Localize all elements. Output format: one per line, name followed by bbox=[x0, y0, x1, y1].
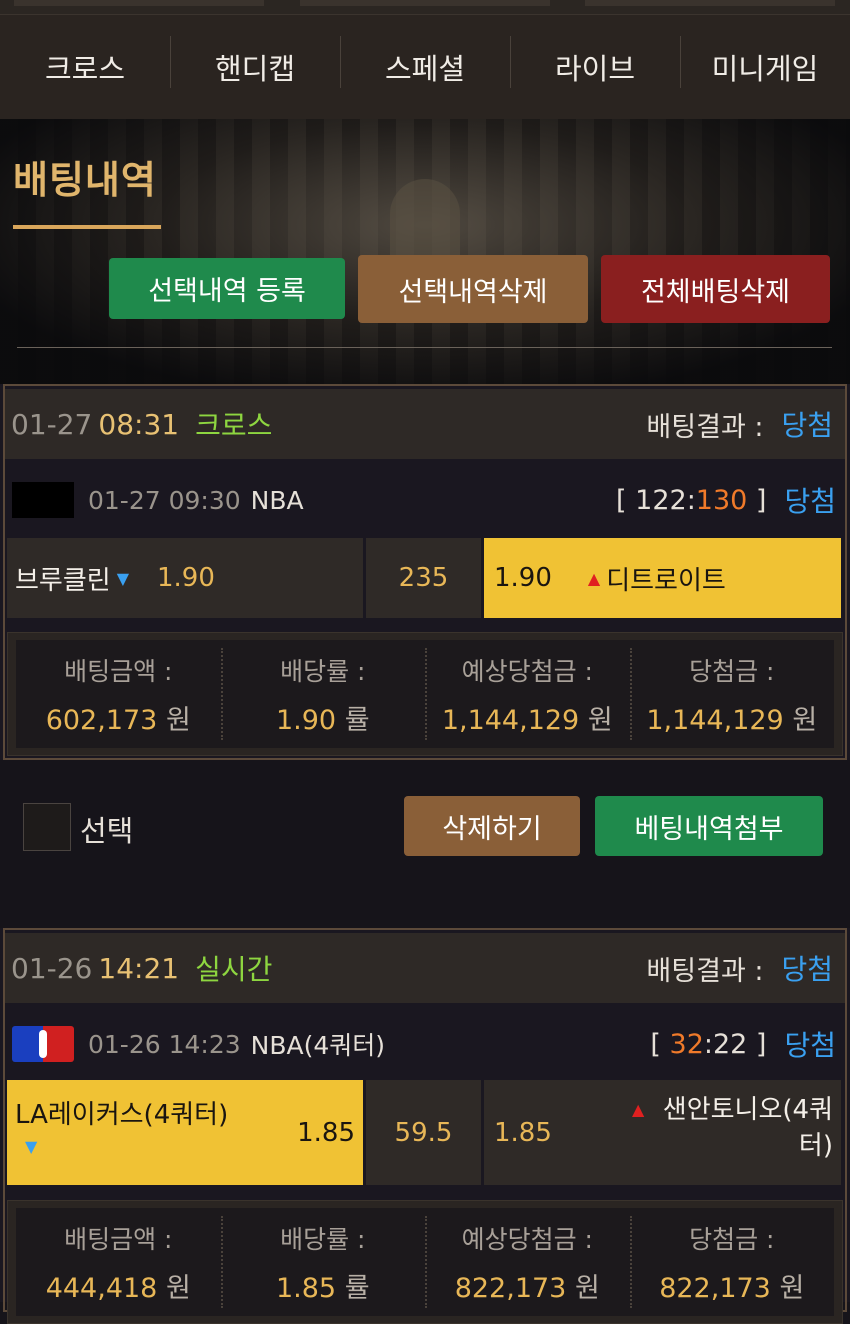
odds-rate: 배당률 : 1.90 률 bbox=[220, 640, 426, 748]
match-result: 당첨 bbox=[784, 485, 836, 518]
match-league: NBA bbox=[250, 485, 304, 515]
bet-card: 01-26 14:21 실시간 배팅결과 : 당첨 01-26 14:23 NB… bbox=[0, 928, 850, 1324]
match-league: NBA(4쿼터) bbox=[250, 1031, 386, 1060]
bet-result: 당첨 bbox=[781, 953, 833, 986]
home-cell[interactable]: 브루클린 ▼ 1.90 bbox=[7, 538, 363, 618]
page-title: 배팅내역 bbox=[13, 158, 157, 202]
score-away: 22 bbox=[712, 1028, 748, 1060]
nav-item-live[interactable]: 라이브 bbox=[510, 36, 680, 88]
bet-type: 크로스 bbox=[195, 409, 273, 442]
expected-win: 예상당첨금 : 1,144,129 원 bbox=[425, 640, 630, 748]
match-score: [ 122:130 ] bbox=[616, 484, 767, 516]
win-amount: 당첨금 : 1,144,129 원 bbox=[629, 640, 835, 748]
nav-item-handicap[interactable]: 핸디캡 bbox=[170, 36, 340, 88]
league-icon bbox=[12, 482, 74, 518]
line-cell: 235 bbox=[366, 538, 481, 618]
nav-item-special[interactable]: 스페셜 bbox=[340, 36, 510, 88]
match-date: 01-26 14:23 bbox=[88, 1029, 241, 1059]
nav-item-minigame[interactable]: 미니게임 bbox=[680, 36, 850, 88]
bet-summary: 배팅금액 : 602,173 원 배당률 : 1.90 률 예상당첨금 : 1,… bbox=[7, 632, 843, 756]
home-cell-selected[interactable]: LA레이커스(4쿼터) ▼ 1.85 bbox=[7, 1080, 363, 1185]
handicap-line: 59.5 bbox=[394, 1117, 453, 1148]
bet-date: 01-26 bbox=[11, 951, 93, 985]
delete-button[interactable]: 삭제하기 bbox=[404, 796, 580, 856]
match-result: 당첨 bbox=[784, 1029, 836, 1062]
bet-time: 08:31 bbox=[98, 407, 180, 441]
bet-date: 01-27 bbox=[11, 407, 93, 441]
match-info: 01-26 14:23 NBA(4쿼터) [ 32:22 ] 당첨 bbox=[8, 1014, 842, 1074]
main-nav: 크로스 핸디캡 스페셜 라이브 미니게임 bbox=[0, 15, 850, 119]
score-home: 122 bbox=[635, 484, 687, 516]
odds-row: 브루클린 ▼ 1.90 235 1.90 ▲ 디트로이트 bbox=[7, 538, 841, 618]
home-team: LA레이커스(4쿼터) bbox=[15, 1100, 229, 1130]
line-cell: 59.5 bbox=[366, 1080, 481, 1185]
delete-all-button[interactable]: 전체배팅삭제 bbox=[601, 255, 830, 323]
odds-row: LA레이커스(4쿼터) ▼ 1.85 59.5 1.85 ▲ 샌안토니오(4쿼터… bbox=[7, 1080, 841, 1185]
bet-actions: 선택 삭제하기 베팅내역첨부 bbox=[0, 760, 850, 928]
nav-item-cross[interactable]: 크로스 bbox=[0, 46, 170, 88]
result-label: 배팅결과 : bbox=[646, 411, 764, 443]
away-team: 샌안토니오(4쿼터) bbox=[662, 1095, 833, 1161]
arrow-down-icon: ▼ bbox=[25, 1137, 38, 1156]
arrow-up-icon: ▲ bbox=[632, 1100, 645, 1119]
top-strip bbox=[0, 0, 850, 15]
home-odd: 1.90 bbox=[157, 563, 215, 593]
handicap-line: 235 bbox=[398, 563, 449, 593]
away-cell-selected[interactable]: 1.90 ▲ 디트로이트 bbox=[484, 538, 841, 618]
attach-history-button[interactable]: 베팅내역첨부 bbox=[595, 796, 823, 856]
bet-type: 실시간 bbox=[195, 953, 273, 986]
win-amount: 당첨금 : 822,173 원 bbox=[629, 1208, 835, 1316]
score-home: 32 bbox=[669, 1028, 704, 1060]
title-underline bbox=[13, 225, 161, 229]
arrow-up-icon: ▲ bbox=[587, 568, 601, 588]
away-cell[interactable]: 1.85 ▲ 샌안토니오(4쿼터) bbox=[484, 1080, 841, 1185]
away-team: 디트로이트 bbox=[606, 565, 726, 596]
bet-header: 01-27 08:31 크로스 배팅결과 : 당첨 bbox=[5, 389, 845, 459]
divider bbox=[17, 347, 832, 348]
expected-win: 예상당첨금 : 822,173 원 bbox=[425, 1208, 630, 1316]
away-odd: 1.90 bbox=[494, 563, 552, 593]
away-odd: 1.85 bbox=[494, 1117, 552, 1148]
match-info: 01-27 09:30 NBA [ 122:130 ] 당첨 bbox=[8, 470, 842, 530]
bet-card: 01-27 08:31 크로스 배팅결과 : 당첨 01-27 09:30 NB… bbox=[0, 384, 850, 760]
match-score: [ 32:22 ] bbox=[650, 1028, 767, 1060]
home-team: 브루클린 bbox=[15, 565, 111, 596]
bet-amount: 배팅금액 : 602,173 원 bbox=[45, 657, 191, 736]
score-away: 130 bbox=[695, 484, 748, 516]
bet-amount: 배팅금액 : 444,418 원 bbox=[45, 1225, 191, 1304]
result-label: 배팅결과 : bbox=[646, 955, 764, 987]
bet-time: 14:21 bbox=[98, 951, 180, 985]
select-checkbox[interactable] bbox=[23, 803, 71, 851]
bet-summary: 배팅금액 : 444,418 원 배당률 : 1.85 률 예상당첨금 : 82… bbox=[7, 1200, 843, 1324]
arrow-down-icon: ▼ bbox=[116, 568, 129, 588]
hero-banner: 배팅내역 선택내역 등록 선택내역삭제 전체배팅삭제 bbox=[0, 119, 850, 384]
register-selected-button[interactable]: 선택내역 등록 bbox=[109, 258, 345, 319]
match-date: 01-27 09:30 bbox=[88, 485, 241, 515]
select-label: 선택 bbox=[80, 814, 134, 848]
bet-header: 01-26 14:21 실시간 배팅결과 : 당첨 bbox=[5, 933, 845, 1003]
odds-rate: 배당률 : 1.85 률 bbox=[220, 1208, 426, 1316]
bet-result: 당첨 bbox=[781, 409, 833, 442]
delete-selected-button[interactable]: 선택내역삭제 bbox=[358, 255, 588, 323]
home-odd: 1.85 bbox=[297, 1118, 355, 1148]
nba-logo-icon bbox=[12, 1026, 74, 1062]
